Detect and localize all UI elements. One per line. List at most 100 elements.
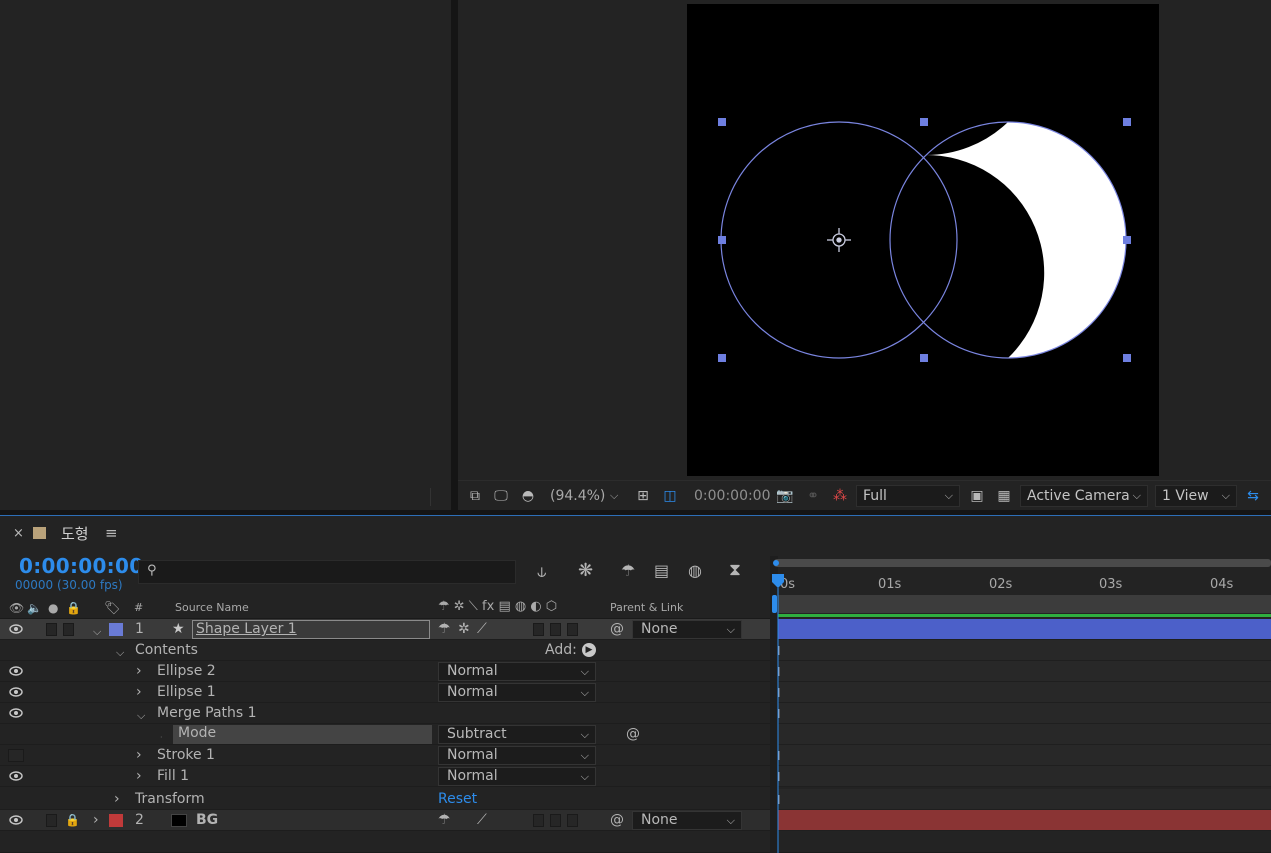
eye-icon[interactable] <box>9 815 23 825</box>
eye-icon[interactable] <box>9 687 23 697</box>
pickwhip-icon[interactable]: @ <box>626 726 640 743</box>
shy-switch-icon[interactable]: ☂ <box>438 812 451 829</box>
expand-chevron-icon[interactable]: › <box>93 812 99 829</box>
color-channels-icon[interactable]: ⁂ <box>831 487 849 505</box>
mask-visibility-icon[interactable]: ◓ <box>518 487 538 505</box>
pickwhip-icon[interactable]: @ <box>610 812 624 829</box>
reset-link[interactable]: Reset <box>438 791 477 808</box>
eye-icon[interactable] <box>9 708 23 718</box>
layer-name-field[interactable]: Shape Layer 1 <box>192 620 430 639</box>
eye-icon[interactable]: 👁 <box>9 601 24 615</box>
expand-chevron-icon[interactable]: › <box>114 791 120 808</box>
lock-icon[interactable]: 🔒 <box>66 601 81 615</box>
blend-mode-dropdown[interactable]: Normal ⌵ <box>438 683 596 702</box>
shy-switch-icon[interactable]: ☂ <box>438 621 451 638</box>
audio-icon[interactable]: 🔈 <box>27 601 42 615</box>
solo-toggle[interactable] <box>46 814 57 827</box>
property-name-selected[interactable]: Mode <box>173 725 432 744</box>
merge-mode-dropdown[interactable]: Subtract ⌵ <box>438 725 596 744</box>
show-snapshot-icon[interactable]: ⚭ <box>804 487 822 505</box>
property-row-ellipse-1[interactable]: › Ellipse 1 Normal ⌵ <box>0 682 770 703</box>
switch-box[interactable] <box>567 623 578 636</box>
comp-tab-title[interactable]: 도형 <box>61 523 89 544</box>
collapse-switch-icon[interactable]: ✲ <box>458 621 470 638</box>
resolution-dropdown[interactable]: Full ⌵ <box>856 485 960 507</box>
expand-chevron-icon[interactable]: › <box>136 768 142 785</box>
panel-menu-icon[interactable]: ≡ <box>105 524 118 542</box>
always-preview-icon[interactable]: ⧉ <box>466 487 484 505</box>
safe-margins-icon[interactable]: ⊞ <box>634 487 652 505</box>
eye-icon[interactable] <box>9 624 23 634</box>
camera-icon[interactable]: 📷 <box>776 487 794 505</box>
column-parent-link[interactable]: Parent & Link <box>610 601 683 614</box>
anchor-point-icon[interactable] <box>827 228 851 252</box>
expand-chevron-icon[interactable]: › <box>136 663 142 680</box>
add-menu-icon[interactable]: ▶ <box>582 643 596 657</box>
property-row-mode[interactable]: · Mode Subtract ⌵ @ <box>0 724 770 745</box>
blend-mode-dropdown[interactable]: Normal ⌵ <box>438 662 596 681</box>
quality-switch-icon[interactable]: ⟋ <box>477 621 487 638</box>
zoom-level[interactable]: (94.4%) <box>550 487 605 505</box>
layer-bar-bg[interactable] <box>778 810 1271 831</box>
property-row-stroke-1[interactable]: › Stroke 1 Normal ⌵ <box>0 745 770 766</box>
switch-box[interactable] <box>533 814 544 827</box>
property-row-merge-paths-1[interactable]: ⌵ Merge Paths 1 <box>0 703 770 724</box>
visibility-off-box[interactable] <box>8 749 24 762</box>
parent-dropdown[interactable]: None ⌵ <box>632 811 742 830</box>
current-time-display[interactable]: 0:00:00:00 <box>19 554 143 578</box>
viewer-timecode[interactable]: 0:00:00:00 <box>687 485 771 507</box>
layer-search-input[interactable]: ⚲ <box>138 560 516 584</box>
property-row-fill-1[interactable]: › Fill 1 Normal ⌵ <box>0 766 770 787</box>
view-layout-dropdown[interactable]: 1 View ⌵ <box>1155 485 1237 507</box>
switch-box[interactable] <box>550 814 561 827</box>
layer-row-bg[interactable]: 🔒 › 2 BG ☂ ⟋ @ None ⌵ <box>0 810 770 831</box>
zoom-chevron-icon[interactable]: ⌵ <box>610 487 618 505</box>
switch-box[interactable] <box>550 623 561 636</box>
graph-editor-icon[interactable]: ⧗ <box>729 560 741 580</box>
layer-label-swatch[interactable] <box>109 814 123 827</box>
expand-chevron-icon[interactable]: › <box>136 747 142 764</box>
region-of-interest-icon[interactable]: ◫ <box>660 487 680 505</box>
frame-blending-icon[interactable]: ▤ <box>654 561 669 580</box>
property-row-ellipse-2[interactable]: › Ellipse 2 Normal ⌵ <box>0 661 770 682</box>
work-area-range[interactable] <box>778 595 1271 613</box>
shape-layer-preview[interactable] <box>687 4 1159 476</box>
layer-name[interactable]: BG <box>196 812 218 829</box>
collapse-chevron-icon[interactable]: ⌵ <box>137 707 145 724</box>
label-icon[interactable]: 🏷 <box>104 601 121 616</box>
collapse-chevron-icon[interactable]: ⌵ <box>116 644 124 661</box>
work-area-start-handle[interactable] <box>773 560 779 566</box>
fast-previews-icon[interactable]: ▣ <box>968 487 986 505</box>
comp-flowchart-icon[interactable]: ⫝ <box>537 562 547 582</box>
contents-row[interactable]: ⌵ Contents Add: ▶ <box>0 640 770 661</box>
layer-row-shape-layer-1[interactable]: ⌵ 1 ★ Shape Layer 1 ☂ ✲ ⟋ @ None ⌵ <box>0 619 770 640</box>
transparency-grid-icon[interactable]: ▦ <box>995 487 1013 505</box>
solo-toggle[interactable] <box>46 623 57 636</box>
work-area-left-handle[interactable] <box>772 595 777 613</box>
expand-chevron-icon[interactable]: › <box>136 684 142 701</box>
pickwhip-icon[interactable]: @ <box>610 621 624 638</box>
panel-splitter[interactable] <box>451 0 458 510</box>
eye-icon[interactable] <box>9 666 23 676</box>
close-tab-icon[interactable]: × <box>13 526 24 541</box>
layer-bar-shape-layer-1[interactable] <box>778 619 1271 640</box>
draft-3d-icon[interactable]: ❋ <box>578 560 593 581</box>
blend-mode-dropdown[interactable]: Normal ⌵ <box>438 767 596 786</box>
switch-box[interactable] <box>567 814 578 827</box>
camera-view-dropdown[interactable]: Active Camera ⌵ <box>1020 485 1148 507</box>
shy-layers-icon[interactable]: ☂ <box>621 561 635 580</box>
collapse-chevron-icon[interactable]: ⌵ <box>93 623 101 640</box>
work-area-bar[interactable] <box>774 559 1271 567</box>
motion-blur-icon[interactable]: ◍ <box>688 561 702 580</box>
lock-icon[interactable]: 🔒 <box>65 812 80 829</box>
layer-label-swatch[interactable] <box>109 623 123 636</box>
transform-row[interactable]: › Transform Reset <box>0 789 770 810</box>
playhead[interactable] <box>771 572 785 853</box>
toggle-pixel-aspect-icon[interactable]: ⇆ <box>1242 487 1264 505</box>
column-source-name[interactable]: Source Name <box>175 601 249 614</box>
parent-dropdown[interactable]: None ⌵ <box>632 620 742 639</box>
eye-icon[interactable] <box>9 771 23 781</box>
quality-switch-icon[interactable]: ⟋ <box>477 812 487 829</box>
solo-icon[interactable]: ● <box>48 601 58 615</box>
blend-mode-dropdown[interactable]: Normal ⌵ <box>438 746 596 765</box>
